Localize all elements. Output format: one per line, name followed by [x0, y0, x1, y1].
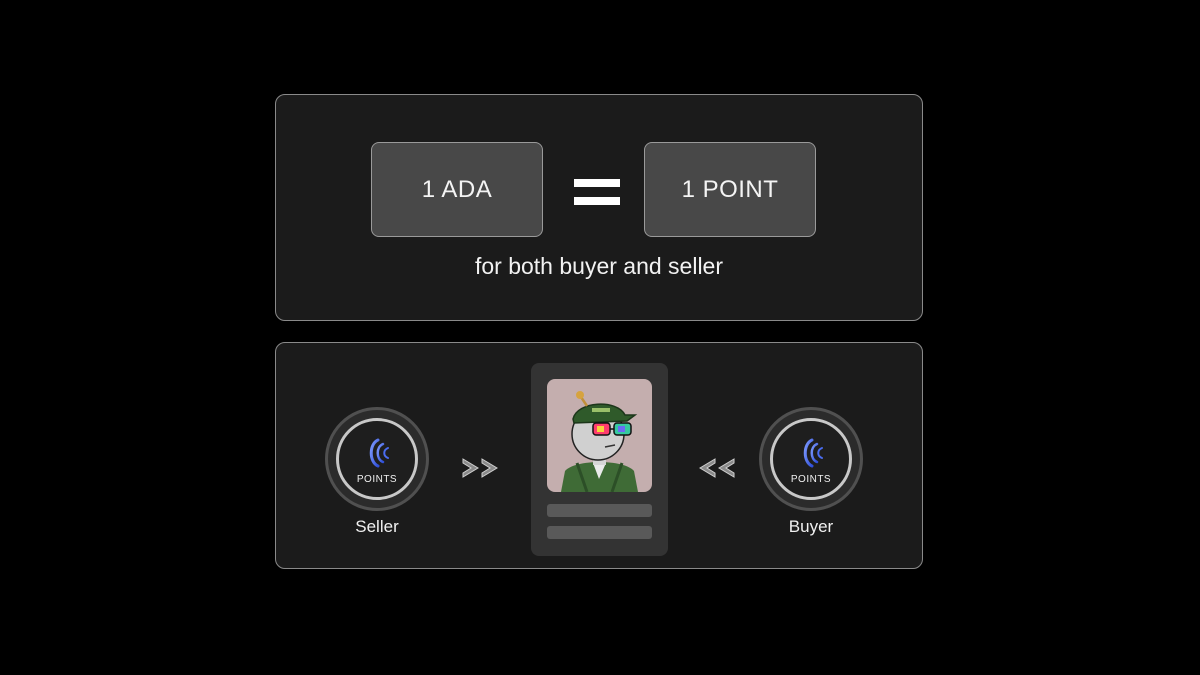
seller-points-label: POINTS — [356, 474, 398, 485]
equals-icon — [574, 179, 620, 205]
ada-value-box: 1 ADA — [371, 142, 543, 237]
conversion-panel: 1 ADA 1 POINT for both buyer and seller — [275, 94, 923, 321]
buyer-label: Buyer — [788, 517, 834, 536]
nft-title-placeholder — [547, 504, 652, 517]
nft-card — [531, 363, 668, 556]
buyer-wallet: POINTS Buyer — [759, 407, 863, 537]
double-chevron-right-icon — [462, 458, 498, 478]
seller-points-badge: POINTS — [325, 407, 429, 511]
buyer-points-label: POINTS — [790, 474, 832, 485]
points-logo-icon — [369, 438, 389, 468]
seller-wallet: POINTS Seller — [325, 407, 429, 537]
double-chevron-left-icon — [699, 458, 735, 478]
buyer-points-badge: POINTS — [759, 407, 863, 511]
transfer-flow-panel: POINTS Seller POINTS Buyer — [275, 342, 923, 569]
nft-price-placeholder — [547, 526, 652, 539]
ada-value: 1 ADA — [421, 175, 493, 203]
point-value: 1 POINT — [681, 175, 779, 203]
seller-label: Seller — [355, 517, 399, 536]
point-value-box: 1 POINT — [644, 142, 816, 237]
points-logo-icon — [803, 438, 823, 468]
nft-avatar-image — [547, 379, 652, 492]
conversion-caption: for both buyer and seller — [474, 253, 724, 279]
